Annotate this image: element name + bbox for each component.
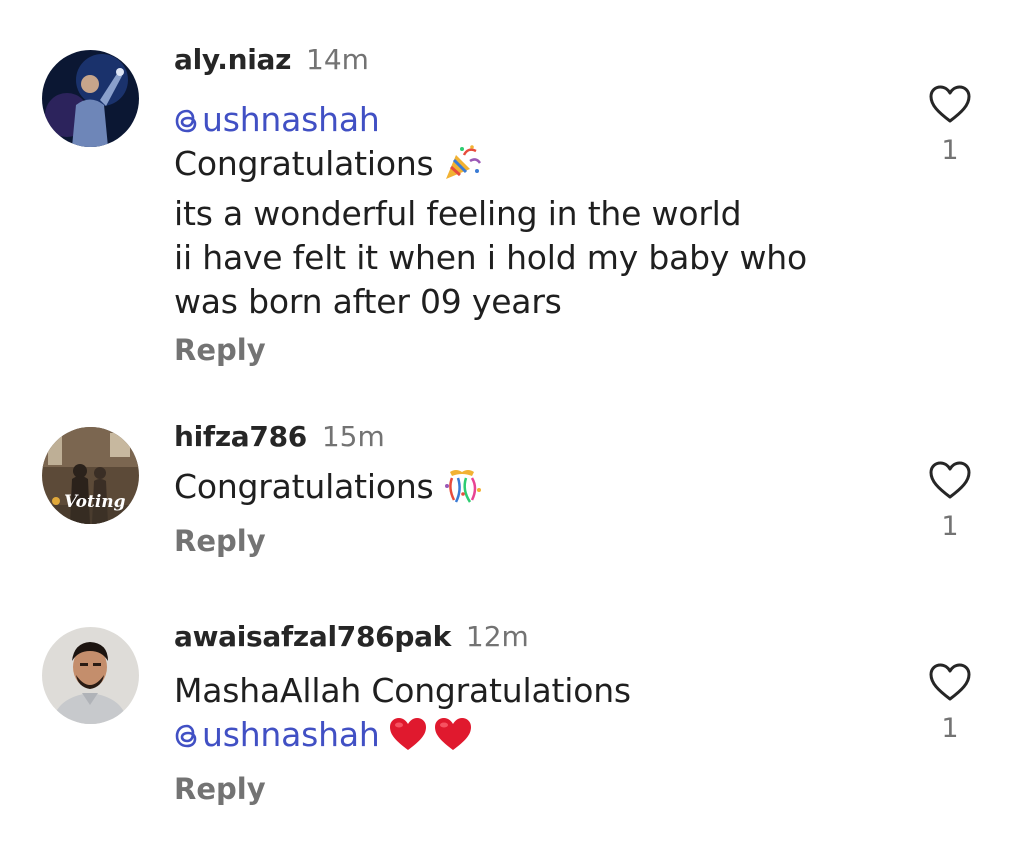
username[interactable]: awaisafzal786pak xyxy=(174,620,451,653)
comment-time: 12m xyxy=(465,620,529,653)
mention-link[interactable]: ushnashah xyxy=(174,98,874,142)
reply-button[interactable]: Reply xyxy=(174,769,874,809)
avatar[interactable] xyxy=(42,50,139,147)
comment-time: 15m xyxy=(321,420,385,453)
red-hearts-icon xyxy=(389,718,471,750)
mention-text: ushnashah xyxy=(202,100,380,139)
comment-text-line: its a wonderful feeling in the world xyxy=(174,194,742,233)
comment-text-line: ushnashah xyxy=(174,713,874,763)
threads-icon xyxy=(175,724,197,748)
comment-time: 14m xyxy=(306,43,369,76)
comment-text-line: Congratulations xyxy=(174,465,874,515)
like-count: 1 xyxy=(941,713,959,744)
avatar-image xyxy=(42,50,139,147)
heart-outline-icon[interactable] xyxy=(928,662,972,702)
username[interactable]: aly.niaz xyxy=(174,43,291,76)
like-control: 1 xyxy=(924,84,976,166)
red-heart-emoji xyxy=(388,716,476,763)
party-popper-icon xyxy=(445,145,481,179)
reply-button[interactable]: Reply xyxy=(174,521,874,561)
mention-link[interactable]: ushnashah xyxy=(174,715,380,754)
like-count: 1 xyxy=(941,511,959,542)
comment-text-line: MashaAllah Congratulations xyxy=(174,671,631,710)
like-control: 1 xyxy=(924,460,976,542)
comment-text-line: ii have felt it when i hold my baby who xyxy=(174,238,807,277)
mention-text: ushnashah xyxy=(202,715,380,754)
like-count: 1 xyxy=(941,135,959,166)
confetti-ball-icon xyxy=(444,470,481,503)
reply-button[interactable]: Reply xyxy=(174,330,874,370)
avatar-image xyxy=(42,627,139,724)
heart-outline-icon[interactable] xyxy=(928,460,972,500)
avatar-caption: Voting xyxy=(64,492,126,512)
like-control: 1 xyxy=(924,662,976,744)
comment-text-line: was born after 09 years xyxy=(174,282,562,321)
avatar[interactable] xyxy=(42,627,139,724)
threads-icon xyxy=(175,109,197,133)
heart-outline-icon[interactable] xyxy=(928,84,972,124)
confetti-ball-emoji xyxy=(442,466,484,515)
avatar[interactable]: Voting xyxy=(42,427,139,524)
comment-text-line: Congratulations xyxy=(174,142,874,192)
party-popper-emoji xyxy=(442,145,482,192)
username[interactable]: hifza786 xyxy=(174,420,307,453)
avatar-image: Voting xyxy=(42,427,139,524)
